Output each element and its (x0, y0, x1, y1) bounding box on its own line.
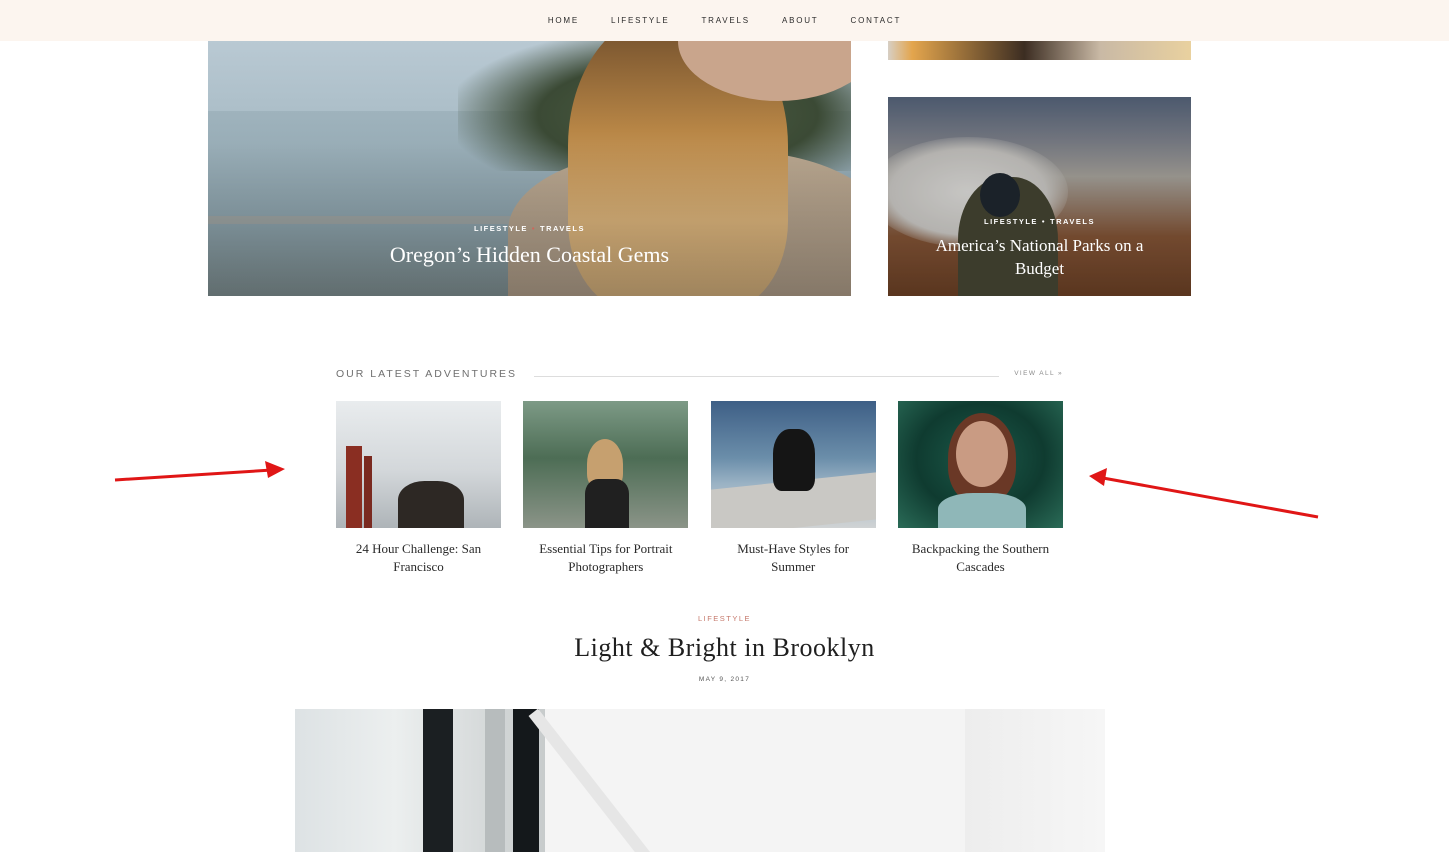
shirt (937, 493, 1026, 528)
nav-home-link[interactable]: HOME (548, 16, 579, 25)
adventure-card[interactable]: Essential Tips for Portrait Photographer… (523, 401, 689, 576)
category-link[interactable]: LIFESTYLE (474, 224, 528, 233)
featured-side-card[interactable]: LIFESTYLE • TRAVELS America’s National Par… (888, 97, 1191, 296)
body (585, 479, 630, 528)
adventure-card[interactable]: Must-Have Styles for Summer (710, 401, 876, 576)
header-divider (534, 376, 999, 377)
adventure-card[interactable]: 24 Hour Challenge: San Francisco (336, 401, 501, 576)
view-all-link[interactable]: VIEW ALL » (1014, 370, 1063, 377)
featured-side-title[interactable]: America’s National Parks on a Budget (888, 234, 1191, 280)
latest-adventures-heading: OUR LATEST ADVENTURES (336, 368, 518, 380)
adventure-thumbnail[interactable] (710, 401, 876, 528)
top-navigation: HOME LIFESTYLE TRAVELS ABOUT CONTACT (0, 0, 1449, 41)
adventure-thumbnail[interactable] (523, 401, 689, 528)
adventure-title[interactable]: Backpacking the Southern Cascades (898, 540, 1063, 576)
featured-top-right-card[interactable] (888, 41, 1191, 60)
right-arrow-icon (1089, 468, 1319, 519)
adventure-title[interactable]: Essential Tips for Portrait Photographer… (523, 540, 688, 576)
category-link[interactable]: TRAVELS (540, 224, 585, 233)
category-separator: • (1041, 217, 1047, 226)
category-link[interactable]: LIFESTYLE (984, 217, 1038, 226)
adventure-card[interactable]: Backpacking the Southern Cascades (897, 401, 1063, 576)
category-link[interactable]: TRAVELS (1050, 217, 1095, 226)
face (955, 421, 1008, 487)
bridge-tower (346, 446, 362, 528)
featured-main-title[interactable]: Oregon’s Hidden Coastal Gems (208, 242, 851, 268)
window-frame (513, 709, 539, 852)
post-category[interactable]: LIFESTYLE (0, 614, 1449, 623)
nav-lifestyle-link[interactable]: LIFESTYLE (611, 16, 669, 25)
nav-about-link[interactable]: ABOUT (782, 16, 819, 25)
post-title[interactable]: Light & Bright in Brooklyn (0, 633, 1449, 663)
adventure-thumbnail[interactable] (336, 401, 501, 528)
people (398, 481, 464, 528)
category-separator: • (531, 224, 537, 233)
latest-adventures-header: OUR LATEST ADVENTURES VIEW ALL » (336, 368, 1063, 382)
post-featured-image[interactable] (295, 709, 1105, 852)
adventure-thumbnail[interactable] (897, 401, 1063, 528)
light-beam (528, 709, 674, 852)
latest-adventures-grid: 24 Hour Challenge: San Francisco Essenti… (336, 401, 1063, 576)
featured-side-categories: LIFESTYLE • TRAVELS (888, 217, 1191, 226)
adventure-title[interactable]: 24 Hour Challenge: San Francisco (336, 540, 501, 576)
window-frame (485, 709, 505, 852)
nav-contact-link[interactable]: CONTACT (851, 16, 902, 25)
nav-travels-link[interactable]: TRAVELS (701, 16, 749, 25)
wall (965, 709, 1105, 852)
window (295, 709, 545, 852)
adventure-title[interactable]: Must-Have Styles for Summer (711, 540, 876, 576)
featured-main-categories: LIFESTYLE • TRAVELS (208, 224, 851, 233)
post-date: MAY 9, 2017 (698, 676, 751, 683)
left-arrow-icon (114, 461, 285, 482)
window-frame (423, 709, 453, 852)
bridge-tower (364, 456, 372, 528)
person (772, 429, 815, 491)
featured-main-card[interactable]: LIFESTYLE • TRAVELS Oregon’s Hidden Coasta… (208, 41, 851, 296)
